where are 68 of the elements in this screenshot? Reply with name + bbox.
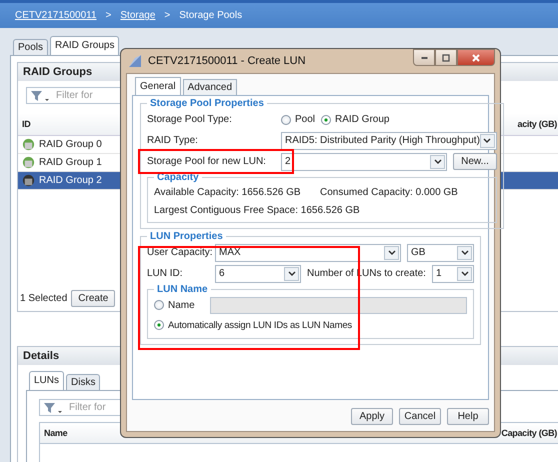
unit-dropdown[interactable]: GB	[407, 244, 474, 262]
column-header: Capacity (GB)	[501, 428, 557, 438]
radio-label: Name	[168, 300, 195, 310]
details-tab[interactable]: Disks	[66, 374, 100, 390]
breadcrumb-separator: >	[164, 10, 170, 21]
section-title: LUN Name	[156, 284, 209, 295]
user-capacity-dropdown[interactable]: MAX	[215, 244, 401, 262]
field-label: Storage Pool Type:	[147, 114, 233, 125]
table-cell: RAID Group 2	[39, 175, 102, 186]
table-cell: RAID Group 1	[39, 157, 102, 168]
disk-group-icon	[22, 156, 35, 169]
radio-button[interactable]	[154, 320, 164, 330]
chevron-icon	[388, 250, 396, 256]
field-label: RAID Type:	[147, 135, 199, 146]
dialog-tab[interactable]: General	[135, 77, 181, 95]
capacity-text: Consumed Capacity: 0.000 GB	[320, 186, 458, 198]
breadcrumb-separator: >	[106, 10, 112, 21]
close-button[interactable]	[457, 49, 495, 66]
dialog-button[interactable]: Cancel	[399, 408, 441, 425]
filter-icon	[43, 402, 63, 414]
chevron-icon	[460, 250, 468, 256]
maximize-button[interactable]	[435, 49, 457, 66]
maximize-icon	[441, 52, 451, 62]
column-header: Name	[44, 428, 68, 438]
disk-group-icon	[22, 174, 35, 187]
chevron-icon	[288, 270, 296, 276]
breadcrumb-link[interactable]: CETV2171500011	[15, 10, 97, 21]
breadcrumb-link[interactable]: Storage	[120, 10, 156, 21]
chevron-icon	[434, 158, 442, 164]
filter-icon	[30, 90, 50, 102]
radio-label: RAID Group	[335, 114, 390, 125]
dialog-button[interactable]: Help	[447, 408, 489, 425]
table-cell: RAID Group 0	[39, 139, 102, 150]
name-input-field[interactable]	[210, 296, 467, 314]
field-label: LUN ID:	[147, 268, 184, 279]
section-title: Capacity	[156, 172, 200, 183]
new-button[interactable]: New...	[453, 153, 497, 170]
capacity-text: Available Capacity: 1656.526 GB	[154, 186, 302, 198]
minimize-button[interactable]	[413, 49, 435, 66]
column-header: ID	[22, 119, 30, 129]
column-header: acity (GB)	[517, 119, 557, 129]
disk-group-icon	[22, 138, 35, 151]
field-label: Storage Pool for new LUN:	[147, 156, 267, 167]
details-tab[interactable]: LUNs	[29, 371, 64, 390]
minimize-icon	[420, 56, 428, 58]
radio-label: Pool	[295, 114, 316, 125]
radio-label: Automatically assign LUN IDs as LUN Names	[168, 320, 352, 330]
section-title: LUN Properties	[149, 231, 224, 242]
dialog-tab[interactable]: Advanced	[182, 79, 238, 95]
chevron-icon	[460, 270, 468, 276]
capacity-text: Largest Contiguous Free Space: 1656.526 GB	[154, 204, 360, 216]
page-tab[interactable]: RAID Groups	[50, 36, 120, 55]
radio-button[interactable]	[281, 114, 291, 124]
lun-id-dropdown[interactable]: 6	[215, 264, 301, 282]
storage-pool-dropdown[interactable]: 2	[281, 152, 448, 170]
selection-count: 1 Selected	[20, 293, 68, 304]
breadcrumb-current: Storage Pools	[179, 10, 242, 21]
lun-count-dropdown[interactable]: 1	[432, 264, 474, 282]
dialog-button[interactable]: Apply	[351, 408, 393, 425]
raid-type-dropdown[interactable]: RAID5: Distributed Parity (High Throughput)	[281, 132, 497, 150]
radio-button[interactable]	[321, 114, 332, 124]
section-title: Storage Pool Properties	[149, 98, 265, 109]
chevron-icon	[483, 138, 492, 144]
radio-button[interactable]	[154, 300, 164, 310]
page-tab[interactable]: Pools	[13, 39, 48, 55]
create-button[interactable]: Create	[71, 290, 116, 307]
app-icon	[128, 54, 142, 68]
close-icon	[471, 52, 481, 62]
